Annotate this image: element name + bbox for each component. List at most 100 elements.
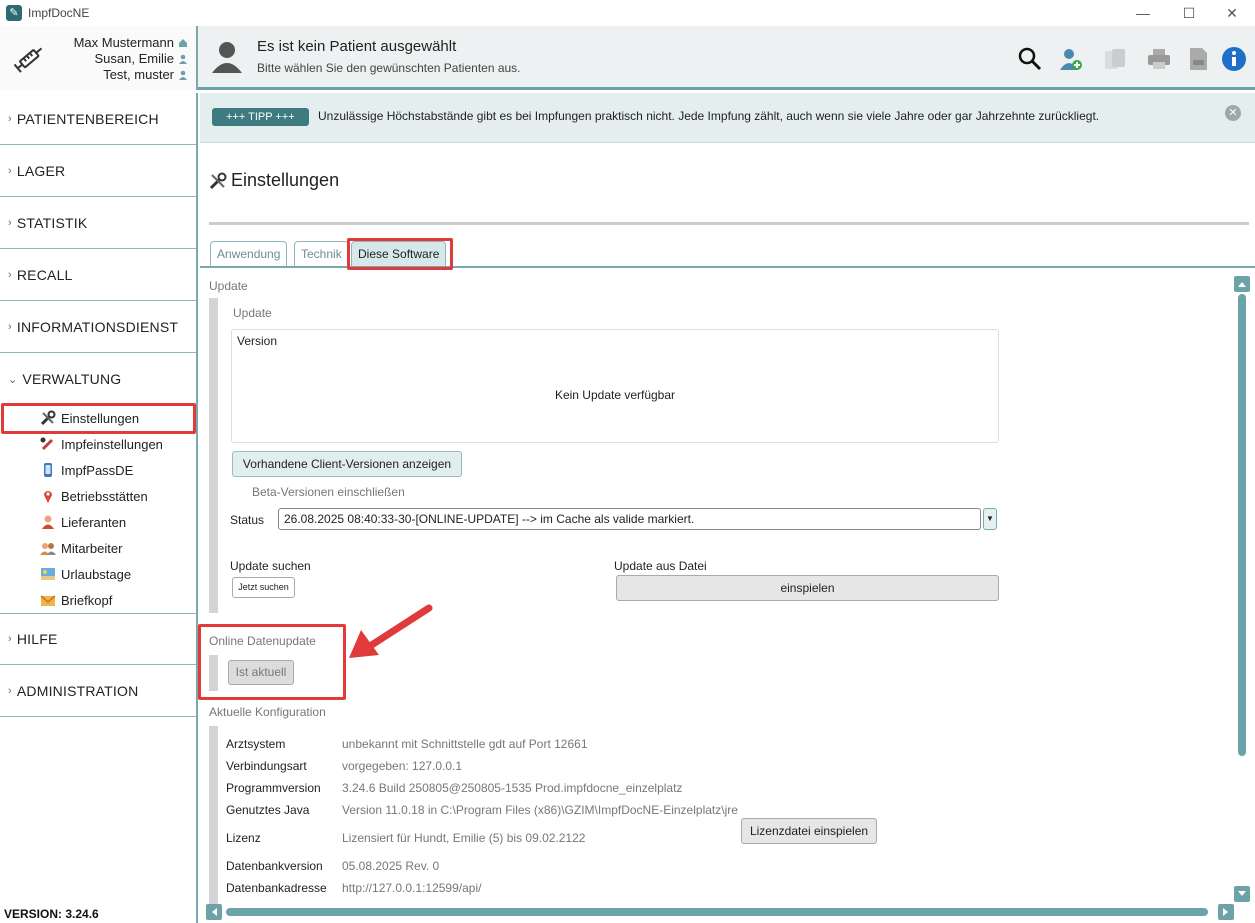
supplier-icon — [42, 515, 54, 529]
nav-label: LAGER — [16, 162, 66, 179]
user-name: Max Mustermann — [73, 35, 174, 50]
nav-item-impfpassde[interactable]: ImpfPassDE — [0, 457, 196, 483]
chevron-down-icon: ⌄ — [8, 373, 18, 386]
section-update: Update — [209, 279, 248, 293]
person-icon — [179, 54, 187, 64]
tab-technik[interactable]: Technik — [294, 241, 349, 267]
nav-item-betriebsstaetten[interactable]: Betriebsstätten — [0, 483, 196, 509]
config-label: Lizenz — [226, 831, 261, 845]
subsection-update: Update — [233, 306, 272, 320]
settings-content: Update Update Version Kein Update verfüg… — [200, 268, 1234, 905]
tip-text: Unzulässige Höchstabstände gibt es bei I… — [318, 109, 1100, 123]
nav-patientenbereich[interactable]: › PATIENTENBEREICH — [0, 93, 196, 145]
print-icon[interactable] — [1146, 46, 1172, 72]
chevron-right-icon: › — [8, 684, 12, 697]
nav-item-urlaubstage[interactable]: Urlaubstage — [0, 561, 196, 587]
nav-recall[interactable]: › RECALL — [0, 249, 196, 301]
nav-label: INFORMATIONSDIENST — [16, 318, 179, 335]
chevron-down-icon[interactable]: ▼ — [983, 508, 997, 530]
install-license-button[interactable]: Lizenzdatei einspielen — [741, 818, 877, 844]
window-title: ImpfDocNE — [28, 6, 90, 20]
syringe-icon — [13, 47, 43, 73]
minimize-button[interactable]: — — [1120, 0, 1166, 26]
page-title: Einstellungen — [231, 170, 340, 190]
nav-item-label: ImpfPassDE — [61, 462, 134, 478]
header: Max Mustermann Susan, Emilie Test, muste… — [0, 26, 1255, 90]
section-bar — [209, 726, 218, 905]
patient-avatar-icon — [212, 42, 242, 73]
show-client-versions-button[interactable]: Vorhandene Client-Versionen anzeigen — [232, 451, 462, 477]
location-pin-icon — [44, 491, 52, 503]
tab-anwendung[interactable]: Anwendung — [210, 241, 288, 267]
nav-item-label: Urlaubstage — [61, 566, 132, 582]
home-icon — [179, 38, 187, 47]
nav-lager[interactable]: › LAGER — [0, 145, 196, 197]
config-value: unbekannt mit Schnittstelle gdt auf Port… — [342, 737, 588, 751]
version-label: Version — [237, 334, 278, 348]
nav-item-label: Betriebsstätten — [61, 488, 148, 504]
nav-item-briefkopf[interactable]: Briefkopf — [0, 587, 196, 613]
patient-title: Es ist kein Patient ausgewählt — [257, 38, 457, 55]
nav-hilfe[interactable]: › HILFE — [0, 613, 196, 665]
tip-banner: +++ TIPP +++ Unzulässige Höchstabstände … — [200, 93, 1255, 143]
chevron-right-icon: › — [8, 268, 12, 281]
user-max[interactable]: Max Mustermann — [74, 35, 188, 50]
export-icon[interactable] — [1185, 46, 1211, 72]
horizontal-scrollbar[interactable] — [206, 904, 1234, 920]
nav-item-lieferanten[interactable]: Lieferanten — [0, 509, 196, 535]
maximize-button[interactable]: ☐ — [1166, 0, 1212, 26]
syringe-settings-icon — [40, 437, 54, 451]
nav-item-impfeinstellungen[interactable]: Impfeinstellungen — [0, 431, 196, 457]
vertical-scrollbar[interactable] — [1234, 276, 1250, 905]
person-icon — [179, 70, 187, 80]
copy-icon[interactable] — [1102, 46, 1128, 72]
nav-statistik[interactable]: › STATISTIK — [0, 197, 196, 249]
status-field[interactable]: 26.08.2025 08:40:33-30-[ONLINE-UPDATE] -… — [278, 508, 981, 530]
status-label: Status — [230, 513, 265, 527]
user-test[interactable]: Test, muster — [103, 67, 188, 82]
nav-item-label: Impfeinstellungen — [61, 436, 163, 452]
highlight-online-update — [198, 624, 346, 700]
patient-subtitle: Bitte wählen Sie den gewünschten Patient… — [257, 61, 521, 75]
version-box: Version Kein Update verfügbar — [231, 329, 999, 443]
user-name: Susan, Emilie — [94, 51, 174, 66]
letter-icon — [40, 595, 56, 606]
user-susan[interactable]: Susan, Emilie — [95, 51, 188, 66]
config-label: Genutztes Java — [226, 803, 310, 817]
search-icon[interactable] — [1017, 46, 1043, 72]
config-label: Verbindungsart — [226, 759, 307, 773]
nav-item-mitarbeiter[interactable]: Mitarbeiter — [0, 535, 196, 561]
nav-label: RECALL — [16, 266, 73, 283]
update-from-file-label: Update aus Datei — [614, 559, 707, 573]
chevron-right-icon: › — [8, 320, 12, 333]
version-label: VERSION: 3.24.6 — [4, 907, 99, 921]
highlight-einstellungen — [1, 403, 196, 434]
config-value: vorgegeben: 127.0.0.1 — [342, 759, 463, 773]
no-update-text: Kein Update verfügbar — [554, 388, 676, 402]
sidebar: › PATIENTENBEREICH › LAGER › STATISTIK › REC… — [0, 93, 198, 923]
title-bar: ✎ ImpfDocNE — ☐ ✕ — [0, 0, 1255, 26]
nav-label: PATIENTENBEREICH — [16, 110, 159, 127]
config-value: Version 11.0.18 in C:\Program Files (x86… — [342, 803, 738, 817]
chevron-right-icon: › — [8, 164, 12, 177]
info-icon[interactable] — [1221, 46, 1247, 72]
install-file-button[interactable]: einspielen — [616, 575, 999, 601]
config-value: Lizensiert für Hundt, Emilie (5) bis 09.… — [342, 831, 586, 845]
nav-label: STATISTIK — [16, 214, 88, 231]
nav-item-label: Lieferanten — [61, 514, 127, 530]
add-patient-icon[interactable] — [1058, 46, 1084, 72]
nav-label: HILFE — [16, 631, 58, 647]
beta-versions-checkbox[interactable]: Beta-Versionen einschließen — [252, 485, 405, 499]
user-name: Test, muster — [103, 67, 174, 82]
tip-badge: +++ TIPP +++ — [212, 108, 309, 126]
nav-administration[interactable]: › ADMINISTRATION — [0, 665, 196, 717]
close-tip-button[interactable]: ✕ — [1225, 105, 1241, 121]
chevron-right-icon: › — [8, 633, 12, 645]
nav-informationsdienst[interactable]: › INFORMATIONSDIENST — [0, 301, 196, 353]
search-now-button[interactable]: Jetzt suchen — [232, 577, 295, 598]
section-config: Aktuelle Konfiguration — [209, 705, 326, 719]
staff-icon — [40, 543, 56, 555]
nav-verwaltung[interactable]: ⌄ VERWALTUNG — [0, 353, 196, 405]
phone-icon — [44, 463, 52, 477]
close-window-button[interactable]: ✕ — [1209, 0, 1255, 26]
